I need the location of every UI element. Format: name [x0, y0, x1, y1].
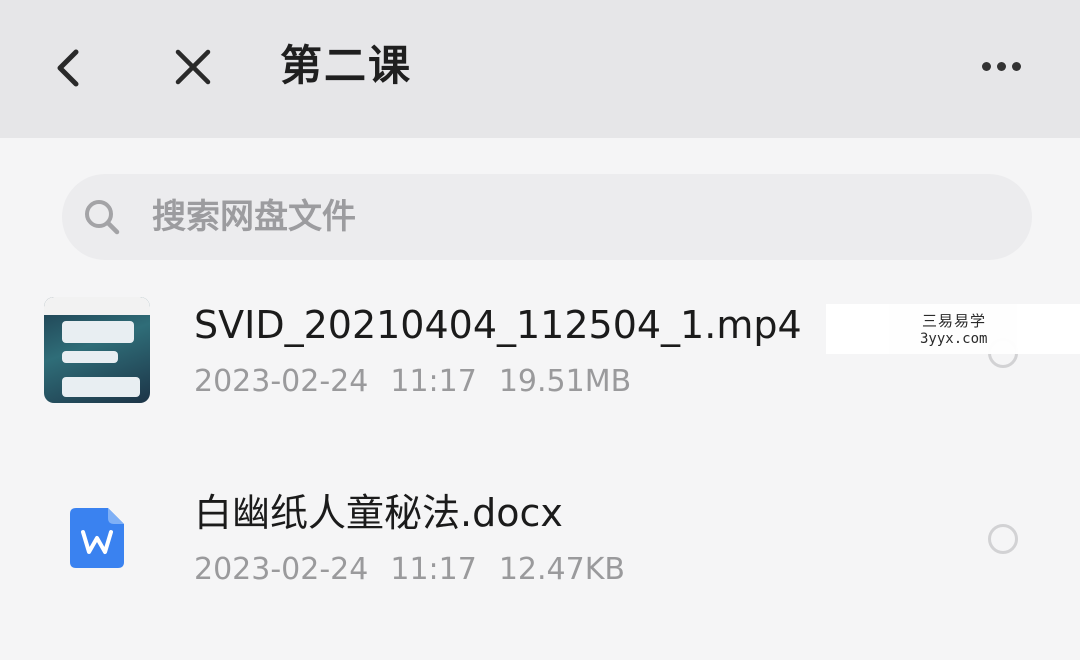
file-name: SVID_20210404_112504_1.mp4: [194, 303, 802, 347]
file-date: 2023-02-24: [194, 552, 369, 587]
file-time: 11:17: [390, 552, 477, 587]
file-name: 白幽纸人童秘法.docx: [194, 491, 563, 535]
file-meta: 2023-02-24 11:17 12.47KB: [194, 550, 647, 590]
search-input[interactable]: [150, 196, 914, 238]
more-dots-icon: [996, 61, 1006, 71]
file-browser-screen: 第二课 SVID_20210404_112504_1.mp4 2023-02-2…: [0, 0, 1080, 660]
watermark-url: 3yyx.com: [920, 331, 988, 347]
close-button[interactable]: [164, 38, 222, 96]
watermark-text: 三易易学: [922, 312, 987, 330]
file-meta: 2023-02-24 11:17 19.51MB: [194, 362, 653, 402]
top-bar: 第二课: [0, 0, 1080, 138]
back-button[interactable]: [40, 40, 96, 96]
word-doc-icon: [70, 508, 124, 568]
more-dots-icon: [1011, 61, 1021, 71]
close-icon: [175, 49, 211, 85]
file-size: 12.47KB: [498, 552, 625, 587]
file-time: 11:17: [390, 364, 477, 399]
search-icon: [80, 195, 124, 239]
chevron-left-icon: [57, 49, 79, 87]
search-bar[interactable]: [62, 174, 1032, 260]
file-date: 2023-02-24: [194, 364, 369, 399]
file-list-item[interactable]: 白幽纸人童秘法.docx 2023-02-24 11:17 12.47KB: [0, 470, 1080, 620]
select-radio[interactable]: [988, 524, 1018, 554]
page-title: 第二课: [280, 41, 413, 90]
video-thumbnail: [44, 297, 150, 403]
watermark: 三易易学 3yyx.com: [826, 304, 1080, 354]
file-size: 19.51MB: [498, 364, 632, 399]
more-dots-icon: [981, 61, 991, 71]
more-options-button[interactable]: [970, 40, 1032, 92]
